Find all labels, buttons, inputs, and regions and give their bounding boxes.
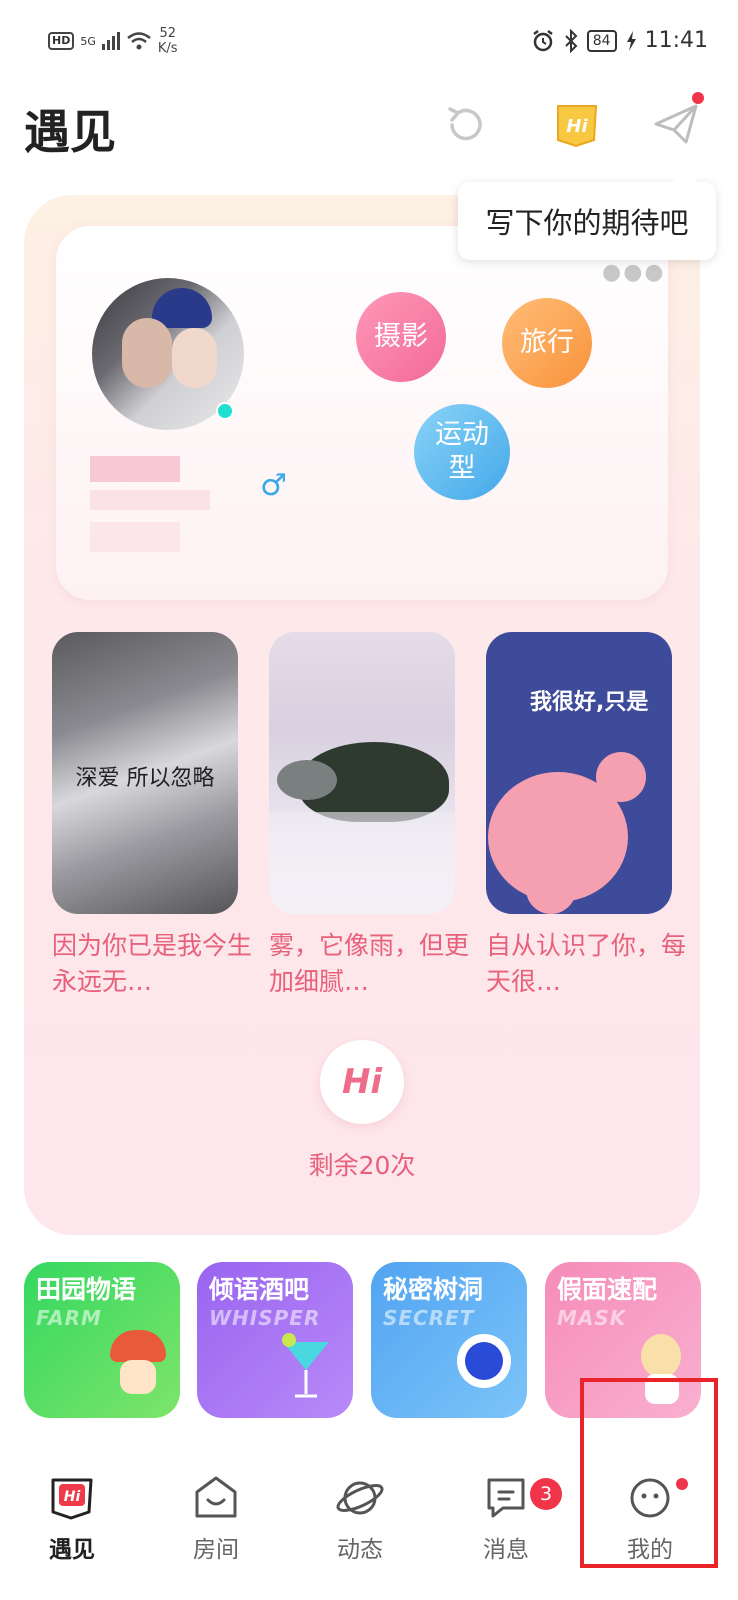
network-type: 5G xyxy=(80,34,96,48)
tag-travel[interactable]: 旅行 xyxy=(502,298,592,388)
alarm-icon xyxy=(533,29,553,51)
paper-plane-icon xyxy=(654,104,698,144)
profile-card[interactable]: ♂ ●●● 摄影 旅行 运动型 xyxy=(56,226,668,600)
speed-value: 52 xyxy=(159,26,176,41)
astronaut-icon xyxy=(457,1334,511,1388)
refresh-icon[interactable] xyxy=(444,103,488,147)
moment-caption: 自从认识了你，每天很… xyxy=(486,931,687,996)
nav-encounter[interactable]: Hi 遇见 xyxy=(12,1474,132,1564)
moment-image-text: 深爱 所以忽略 xyxy=(75,766,215,791)
bunny-girl-icon xyxy=(641,1334,681,1378)
tooltip[interactable]: 写下你的期待吧 xyxy=(458,182,716,260)
speed-unit: K/s xyxy=(157,41,178,56)
signal-icon xyxy=(101,32,120,50)
hi-card-icon: Hi xyxy=(51,1478,93,1520)
bluetooth-icon xyxy=(565,28,578,53)
online-indicator xyxy=(216,402,234,420)
status-left: HD 5G 52 K/s xyxy=(48,26,178,56)
gender-icon: ♂ xyxy=(260,468,287,503)
feature-farm[interactable]: 田园物语 FARM xyxy=(24,1262,180,1418)
planet-icon xyxy=(336,1481,384,1515)
say-hi-button[interactable]: Hi xyxy=(320,1040,404,1124)
notification-dot xyxy=(692,92,704,104)
mushroom-icon xyxy=(110,1330,166,1362)
nav-label: 消息 xyxy=(483,1537,529,1563)
username-blurred xyxy=(90,456,180,482)
battery-level: 84 xyxy=(586,29,617,52)
hd-indicator: HD xyxy=(48,32,75,50)
moment-image[interactable] xyxy=(269,632,455,914)
svg-text:Hi: Hi xyxy=(64,1489,81,1505)
profile-face-icon xyxy=(630,1478,670,1518)
unread-badge: 3 xyxy=(530,1478,562,1510)
username-blurred xyxy=(90,490,210,510)
charging-icon xyxy=(626,30,636,51)
wifi-icon xyxy=(127,32,151,50)
cocktail-icon xyxy=(282,1333,329,1398)
nav-moments[interactable]: 动态 xyxy=(300,1474,420,1564)
bio-blurred xyxy=(90,522,180,552)
nav-messages[interactable]: 3 消息 xyxy=(446,1474,566,1564)
feature-title: 假面速配 xyxy=(557,1275,658,1304)
notification-dot xyxy=(676,1478,688,1490)
feature-subtitle: MASK xyxy=(557,1306,627,1330)
hi-label: Hi xyxy=(341,1062,383,1102)
page-title: 遇见 xyxy=(24,105,116,159)
clock: 11:41 xyxy=(644,28,708,53)
feature-title: 倾语酒吧 xyxy=(209,1275,310,1304)
nav-label: 我的 xyxy=(627,1537,673,1563)
chat-bubble-icon xyxy=(487,1478,525,1518)
network-speed: 52 K/s xyxy=(158,26,178,56)
nav-label: 遇见 xyxy=(49,1537,95,1563)
status-right: 84 11:41 xyxy=(531,28,708,53)
more-options-icon[interactable]: ●●● xyxy=(602,260,666,285)
feature-title: 田园物语 xyxy=(36,1275,137,1304)
feature-subtitle: SECRET xyxy=(383,1306,475,1330)
nav-label: 动态 xyxy=(337,1537,383,1563)
nav-label: 房间 xyxy=(193,1537,239,1563)
tag-photography[interactable]: 摄影 xyxy=(356,292,446,382)
nav-mine[interactable]: 我的 xyxy=(590,1474,710,1564)
remaining-count: 剩余20次 xyxy=(308,1151,416,1180)
moment-image[interactable]: 深爱 所以忽略 xyxy=(52,632,238,914)
nav-room[interactable]: 房间 xyxy=(156,1474,276,1564)
hi-card-icon[interactable]: Hi xyxy=(552,102,602,148)
send-button[interactable] xyxy=(652,92,704,148)
moment-image[interactable]: 我很好,只是 xyxy=(486,632,672,914)
feature-subtitle: FARM xyxy=(36,1306,102,1330)
moment-caption: 因为你已是我今生永远无… xyxy=(52,931,253,996)
feature-subtitle: WHISPER xyxy=(209,1306,321,1330)
moment-image-text: 我很好,只是 xyxy=(530,690,649,715)
bottom-nav: Hi 遇见 房间 动态 3 消息 我的 xyxy=(0,1468,738,1600)
house-icon xyxy=(195,1476,237,1518)
feature-secret[interactable]: 秘密树洞 SECRET xyxy=(371,1262,527,1418)
feature-whisper[interactable]: 倾语酒吧 WHISPER xyxy=(197,1262,353,1418)
moment-caption: 雾，它像雨，但更加细腻… xyxy=(269,931,470,996)
tag-sporty[interactable]: 运动型 xyxy=(414,404,510,500)
feature-title: 秘密树洞 xyxy=(383,1275,484,1304)
svg-text:Hi: Hi xyxy=(566,116,588,137)
status-bar: HD 5G 52 K/s 84 11:41 xyxy=(0,0,738,80)
